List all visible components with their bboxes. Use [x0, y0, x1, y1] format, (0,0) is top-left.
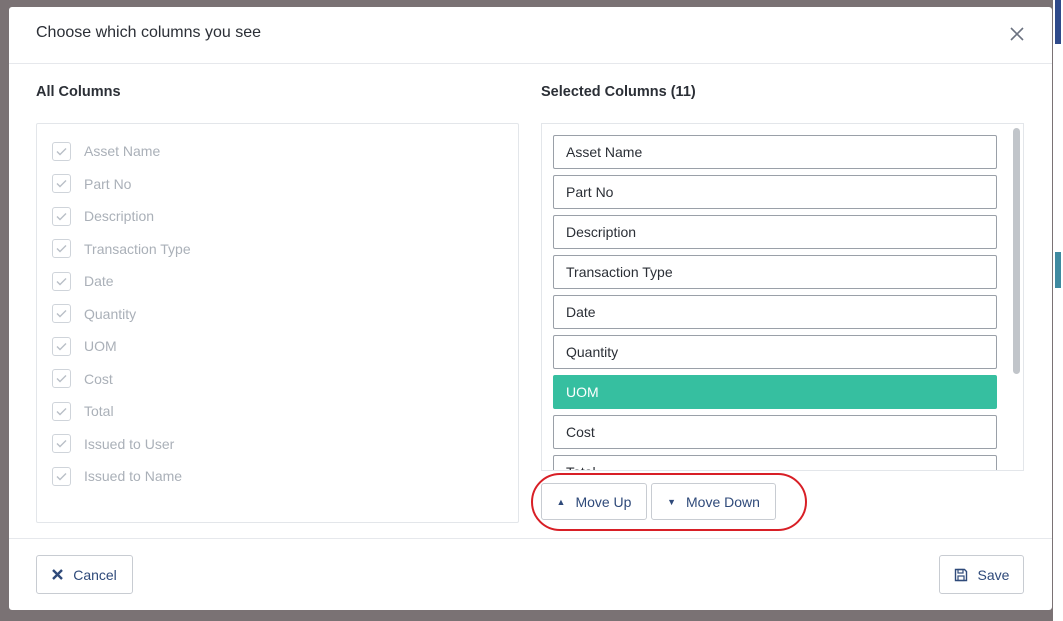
column-checkbox-item[interactable]: Issued to Name: [52, 466, 182, 486]
caret-down-icon: ▼: [667, 496, 676, 507]
selected-column-item[interactable]: Cost: [553, 415, 997, 449]
selected-column-item[interactable]: Asset Name: [553, 135, 997, 169]
caret-up-icon: ▲: [556, 496, 566, 507]
column-checkbox-label: UOM: [84, 338, 117, 354]
checkmark-icon: [56, 407, 67, 415]
background-page-strip: [1053, 0, 1063, 621]
checkbox[interactable]: [52, 434, 71, 453]
column-chooser-dialog: Choose which columns you see All Columns…: [9, 7, 1052, 610]
x-icon: [52, 569, 64, 580]
save-button[interactable]: Save: [939, 555, 1024, 594]
close-icon: [1010, 27, 1024, 41]
column-checkbox-item[interactable]: Total: [52, 401, 114, 421]
checkbox[interactable]: [52, 141, 71, 161]
column-checkbox-item[interactable]: Asset Name: [52, 141, 160, 161]
all-columns-list: Asset Name Part No Description Transaction …: [36, 123, 519, 523]
column-checkbox-item[interactable]: Part No: [52, 174, 131, 194]
column-checkbox-item[interactable]: Description: [52, 206, 154, 226]
selected-column-item[interactable]: Description: [553, 215, 997, 249]
column-checkbox-label: Transaction Type: [84, 240, 191, 257]
cancel-label: Cancel: [73, 566, 117, 583]
background-header-bar: [1055, 0, 1061, 44]
checkmark-icon: [56, 472, 67, 480]
checkbox[interactable]: [52, 466, 71, 486]
move-up-button[interactable]: ▲ Move Up: [541, 483, 647, 520]
all-columns-title: All Columns: [36, 84, 121, 100]
move-down-button[interactable]: ▼ Move Down: [651, 483, 776, 520]
column-checkbox-label: Quantity: [84, 305, 137, 322]
save-label: Save: [977, 566, 1010, 583]
checkbox[interactable]: [52, 206, 71, 226]
checkbox[interactable]: [52, 369, 71, 388]
checkmark-icon: [56, 310, 67, 318]
column-checkbox-item[interactable]: Cost: [52, 369, 113, 389]
selected-column-item[interactable]: Total: [553, 455, 997, 470]
column-checkbox-item[interactable]: Date: [52, 271, 114, 291]
column-checkbox-item[interactable]: UOM: [52, 336, 117, 356]
cancel-button[interactable]: Cancel: [36, 555, 133, 594]
column-checkbox-label: Description: [84, 208, 155, 224]
checkbox[interactable]: [52, 174, 71, 193]
floppy-disk-icon: [954, 568, 968, 582]
selected-columns-title: Selected Columns (11): [541, 84, 696, 100]
checkmark-icon: [56, 147, 67, 155]
checkmark-icon: [56, 212, 67, 220]
column-checkbox-label: Date: [84, 273, 114, 289]
dialog-title: Choose which columns you see: [36, 24, 262, 41]
column-checkbox-item[interactable]: Transaction Type: [52, 239, 191, 259]
scrollbar-thumb[interactable]: [1013, 128, 1020, 374]
checkmark-icon: [56, 180, 67, 188]
checkbox[interactable]: [52, 336, 71, 356]
checkmark-icon: [56, 440, 67, 448]
checkmark-icon: [56, 277, 67, 285]
column-checkbox-label: Issued to User: [84, 435, 175, 452]
background-accent-bar: [1055, 252, 1061, 288]
column-checkbox-label: Asset Name: [84, 143, 161, 159]
selected-column-item[interactable]: Quantity: [553, 335, 997, 369]
column-checkbox-item[interactable]: Issued to User: [52, 434, 174, 454]
move-down-label: Move Down: [686, 493, 760, 510]
column-checkbox-label: Part No: [84, 175, 132, 192]
selected-column-item[interactable]: Transaction Type: [553, 255, 997, 289]
checkmark-icon: [56, 375, 67, 383]
selected-column-item[interactable]: Date: [553, 295, 997, 329]
dialog-footer-divider: [9, 538, 1052, 539]
column-checkbox-item[interactable]: Quantity: [52, 304, 136, 324]
checkbox[interactable]: [52, 401, 71, 421]
selected-columns-list[interactable]: Total Cost UOM Quantity Date Transaction Type…: [541, 123, 1024, 471]
close-button[interactable]: [1006, 23, 1028, 45]
checkbox[interactable]: [52, 304, 71, 323]
selected-column-item[interactable]: UOM: [553, 375, 997, 409]
column-checkbox-label: Cost: [84, 370, 113, 387]
checkbox[interactable]: [52, 239, 71, 258]
checkmark-icon: [56, 342, 67, 350]
checkmark-icon: [56, 245, 67, 253]
checkbox[interactable]: [52, 271, 71, 291]
selected-column-item[interactable]: Part No: [553, 175, 997, 209]
dialog-header: Choose which columns you see: [9, 7, 1052, 64]
move-up-label: Move Up: [575, 493, 632, 510]
column-checkbox-label: Issued to Name: [84, 468, 183, 484]
column-checkbox-label: Total: [84, 403, 114, 419]
